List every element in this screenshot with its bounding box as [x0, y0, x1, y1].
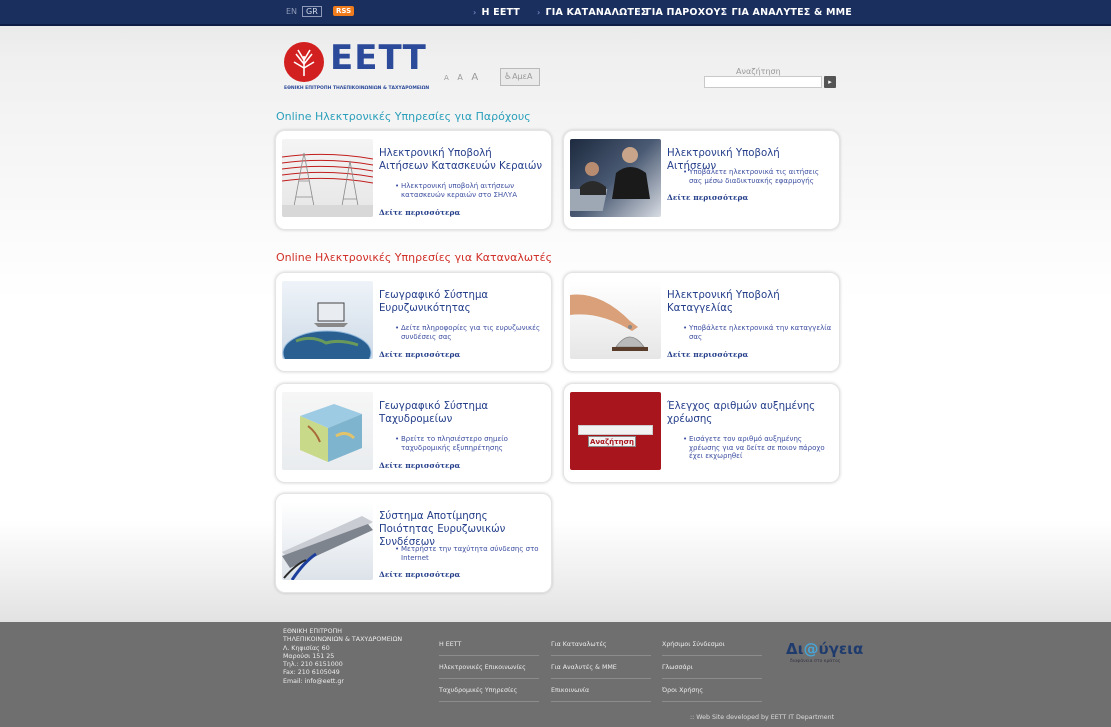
font-medium-button[interactable]: A — [457, 73, 462, 82]
card-title[interactable]: Γεωγραφικό Σύστημα Ταχυδρομείων — [379, 400, 544, 426]
nav-providers[interactable]: › ΓΙΑ ΠΑΡΟΧΟΥΣ — [637, 7, 727, 18]
footer-divider — [551, 655, 651, 656]
search-input[interactable] — [704, 76, 822, 88]
card-description: Εισάγετε τον αριθμό αυξημένης χρέωσης γι… — [683, 435, 834, 461]
antenna-tower-image — [282, 139, 373, 217]
card-description: Υποβάλετε ηλεκτρονικά τις αιτήσεις σας μ… — [683, 168, 834, 185]
see-more-link[interactable]: Δείτε περισσότερα — [667, 193, 748, 202]
nav-label: ΓΙΑ ΑΝΑΛΥΤΕΣ & ΜΜΕ — [731, 7, 852, 18]
footer-organization: ΕΘΝΙΚΗ ΕΠΙΤΡΟΠΗ ΤΗΛΕΠΙΚΟΙΝΩΝΙΩΝ & ΤΑΧΥΔΡ… — [283, 628, 433, 686]
footer-link-glossary[interactable]: Γλωσσάρι — [662, 664, 762, 671]
logo-subtitle: ΕΘΝΙΚΗ ΕΠΙΤΡΟΠΗ ΤΗΛΕΠΙΚΟΙΝΩΝΙΩΝ & ΤΑΧΥΔΡ… — [284, 86, 430, 91]
providers-section-title: Online Ηλεκτρονικές Υπηρεσίες για Παρόχο… — [276, 110, 531, 123]
card-description: Μετρήστε την ταχύτητα σύνδεσης στο Inter… — [395, 545, 546, 562]
card-title[interactable]: Ηλεκτρονική Υποβολή Αιτήσεων Κατασκευών … — [379, 147, 544, 173]
accessibility-label: ΑμεΑ — [512, 72, 533, 81]
diavgeia-post: ύγεια — [818, 640, 864, 658]
nav-label: Η ΕΕΤΤ — [481, 7, 520, 18]
arrow-icon: › — [537, 8, 541, 17]
lang-gr-link[interactable]: GR — [302, 6, 322, 17]
see-more-link[interactable]: Δείτε περισσότερα — [667, 350, 748, 359]
card-title[interactable]: Γεωγραφικό Σύστημα Ευρυζωνικότητας — [379, 289, 544, 315]
footer-divider — [662, 701, 762, 702]
footer-org-name: ΕΘΝΙΚΗ ΕΠΙΤΡΟΠΗ ΤΗΛΕΠΙΚΟΙΝΩΝΙΩΝ & ΤΑΧΥΔΡ… — [283, 628, 403, 644]
see-more-link[interactable]: Δείτε περισσότερα — [379, 461, 460, 470]
footer-credit: :: Web Site developed by EETT IT Departm… — [690, 714, 835, 721]
card-complaint-submission[interactable]: Ηλεκτρονική Υποβολή Καταγγελίας Υποβάλετ… — [563, 272, 840, 372]
logo-emblem-icon — [284, 42, 324, 82]
footer-divider — [439, 678, 539, 679]
nav-label: ΓΙΑ ΠΑΡΟΧΟΥΣ — [645, 7, 728, 18]
laptop-cable-image — [282, 502, 373, 580]
premium-search-image-button: Αναζήτηση — [588, 436, 636, 447]
card-broadband-gis[interactable]: Γεωγραφικό Σύστημα Ευρυζωνικότητας Δείτε… — [275, 272, 552, 372]
card-description: Βρείτε το πλησιέστερο σημείο ταχυδρομική… — [395, 435, 546, 452]
footer-link-postal-services[interactable]: Ταχυδρομικές Υπηρεσίες — [439, 687, 539, 694]
card-antenna-applications[interactable]: Ηλεκτρονική Υποβολή Αιτήσεων Κατασκευών … — [275, 130, 552, 230]
card-description: Ηλεκτρονική υποβολή αιτήσεων κατασκευών … — [395, 182, 546, 199]
eett-logo[interactable]: ΕΕΤΤ ΕΘΝΙΚΗ ΕΠΙΤΡΟΠΗ ΤΗΛΕΠΙΚΟΙΝΩΝΙΩΝ & Τ… — [284, 38, 454, 92]
globe-laptop-image — [282, 281, 373, 359]
lang-en-link[interactable]: EN — [286, 7, 297, 16]
diavgeia-at: @ — [803, 640, 819, 658]
search-button[interactable]: ▸ — [824, 76, 836, 88]
nav-consumers[interactable]: › ΓΙΑ ΚΑΤΑΝΑΛΩΤΕΣ — [537, 7, 648, 18]
business-people-image — [570, 139, 661, 217]
footer-phone: Τηλ.: 210 6151000 — [283, 661, 343, 669]
premium-search-field — [578, 425, 653, 435]
diavgeia-tagline: διαφάνεια στο κράτος — [790, 659, 841, 664]
footer-link-terms[interactable]: Όροι Χρήσης — [662, 687, 762, 694]
footer-divider — [439, 701, 539, 702]
footer-divider — [551, 678, 651, 679]
see-more-link[interactable]: Δείτε περισσότερα — [379, 570, 460, 579]
footer-link-electronic-comms[interactable]: Ηλεκτρονικές Επικοινωνίες — [439, 664, 539, 671]
see-more-link[interactable]: Δείτε περισσότερα — [379, 350, 460, 359]
consumers-section-title: Online Ηλεκτρονικές Υπηρεσίες για Κατανα… — [276, 251, 553, 264]
footer — [0, 622, 1111, 727]
footer-fax: Fax: 210 6105049 — [283, 669, 340, 677]
footer-link-analysts[interactable]: Για Αναλυτές & ΜΜΕ — [551, 664, 651, 671]
card-title[interactable]: Σύστημα Αποτίμησης Ποιότητας Ευρυζωνικών… — [379, 510, 544, 549]
map-cube-image — [282, 392, 373, 470]
card-premium-numbers-check[interactable]: Αναζήτηση Έλεγχος αριθμών αυξημένης χρέω… — [563, 383, 840, 483]
footer-divider — [551, 701, 651, 702]
nav-eett[interactable]: › Η ΕΕΤΤ — [473, 7, 520, 18]
card-description: Υποβάλετε ηλεκτρονικά την καταγγελία σας — [683, 324, 834, 341]
arrow-icon: › — [723, 8, 727, 17]
footer-link-contact[interactable]: Επικοινωνία — [551, 687, 651, 694]
diavgeia-pre: Δι — [786, 640, 804, 658]
card-online-applications[interactable]: Ηλεκτρονική Υποβολή Αιτήσεων Υποβάλετε η… — [563, 130, 840, 230]
card-title[interactable]: Ηλεκτρονική Υποβολή Καταγγελίας — [667, 289, 832, 315]
diavgeia-logo[interactable]: Δι@ύγεια — [786, 640, 863, 658]
footer-link-consumers[interactable]: Για Καταναλωτές — [551, 641, 651, 648]
font-size-controls: A A A — [444, 72, 484, 83]
accessibility-button[interactable]: ♿ΑμεΑ — [500, 68, 540, 86]
card-postal-gis[interactable]: Γεωγραφικό Σύστημα Ταχυδρομείων Βρείτε τ… — [275, 383, 552, 483]
top-bar: EN GR RSS › Η ΕΕΤΤ › ΓΙΑ ΚΑΤΑΝΑΛΩΤΕΣ › ΓΙΑ … — [0, 0, 1111, 26]
footer-divider — [439, 655, 539, 656]
wheelchair-icon: ♿ — [504, 72, 513, 82]
footer-link-eett[interactable]: Η ΕΕΤΤ — [439, 641, 539, 648]
font-large-button[interactable]: A — [471, 72, 478, 83]
logo-text: ΕΕΤΤ — [330, 38, 427, 78]
footer-divider — [662, 655, 762, 656]
search-label: Αναζήτηση — [736, 67, 781, 76]
nav-label: ΓΙΑ ΚΑΤΑΝΑΛΩΤΕΣ — [545, 7, 648, 18]
footer-address: Λ. Κηφισίας 60 — [283, 644, 330, 652]
service-bell-image — [570, 281, 661, 359]
premium-search-image: Αναζήτηση — [570, 392, 661, 470]
arrow-icon: › — [637, 8, 641, 17]
font-small-button[interactable]: A — [444, 74, 449, 82]
footer-divider — [662, 678, 762, 679]
footer-link-useful-links[interactable]: Χρήσιμοι Σύνδεσμοι — [662, 641, 762, 648]
card-broadband-quality[interactable]: Σύστημα Αποτίμησης Ποιότητας Ευρυζωνικών… — [275, 493, 552, 593]
card-description: Δείτε πληροφορίες για τις ευρυζωνικές συ… — [395, 324, 546, 341]
rss-icon[interactable]: RSS — [333, 6, 355, 16]
card-title[interactable]: Έλεγχος αριθμών αυξημένης χρέωσης — [667, 400, 832, 426]
see-more-link[interactable]: Δείτε περισσότερα — [379, 208, 460, 217]
footer-postcode: Μαρούσι 151 25 — [283, 652, 335, 660]
footer-email[interactable]: Email: info@eett.gr — [283, 678, 433, 686]
nav-analysts[interactable]: › ΓΙΑ ΑΝΑΛΥΤΕΣ & ΜΜΕ — [723, 7, 852, 18]
arrow-icon: › — [473, 8, 477, 17]
